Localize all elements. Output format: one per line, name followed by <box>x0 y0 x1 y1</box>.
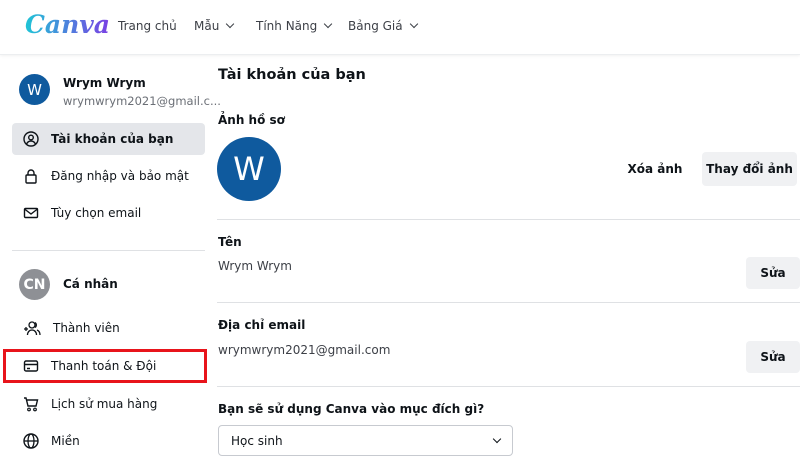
nav-templates[interactable]: Mẫu <box>194 19 235 33</box>
add-people-icon <box>24 321 41 336</box>
email-value: wrymwrym2021@gmail.com <box>218 343 391 357</box>
name-label: Tên <box>218 235 242 249</box>
sidebar-item-label: Tùy chọn email <box>51 206 142 220</box>
nav-label: Tính Năng <box>256 19 318 33</box>
photo-label: Ảnh hồ sơ <box>218 113 285 127</box>
sidebar-item-email-preferences[interactable]: Tùy chọn email <box>12 197 205 229</box>
highlight-box <box>3 349 207 383</box>
chevron-down-icon <box>324 19 333 29</box>
sidebar-item-label: Đăng nhập và bảo mật <box>51 169 189 183</box>
globe-icon <box>23 433 39 449</box>
cart-icon <box>24 397 39 412</box>
top-header: Canva Trang chủ Mẫu Tính Năng Bảng Giá <box>0 0 800 55</box>
edit-email-button[interactable]: Sửa <box>746 341 800 373</box>
nav-label: Bảng Giá <box>348 19 403 33</box>
sidebar-item-members[interactable]: Thành viên <box>12 312 205 344</box>
edit-name-button[interactable]: Sửa <box>746 257 800 289</box>
mail-icon <box>23 207 39 219</box>
user-circle-icon <box>23 131 39 147</box>
purpose-select[interactable]: Học sinh <box>218 425 513 456</box>
name-value: Wrym Wrym <box>218 259 292 273</box>
section-divider <box>217 386 800 387</box>
section-divider <box>217 302 800 303</box>
purpose-select-value: Học sinh <box>231 433 283 448</box>
sidebar-item-login-security[interactable]: Đăng nhập và bảo mật <box>12 160 205 192</box>
user-email: wrymwrym2021@gmail.c... <box>63 94 221 108</box>
nav-home[interactable]: Trang chủ <box>118 19 177 33</box>
chevron-down-icon <box>409 19 418 29</box>
email-label: Địa chỉ email <box>218 318 306 332</box>
profile-avatar: W <box>217 137 281 201</box>
remove-photo-button[interactable]: Xóa ảnh <box>622 152 688 186</box>
canva-logo[interactable]: Canva <box>25 10 110 39</box>
user-avatar: W <box>19 74 50 105</box>
chevron-down-icon <box>492 434 502 443</box>
team-avatar: CN <box>19 269 50 300</box>
nav-pricing[interactable]: Bảng Giá <box>348 19 418 33</box>
nav-label: Mẫu <box>194 19 220 33</box>
sidebar-item-label: Thành viên <box>53 321 120 335</box>
nav-features[interactable]: Tính Năng <box>256 19 333 33</box>
nav-label: Trang chủ <box>118 19 177 33</box>
sidebar-item-label: Miền <box>51 434 80 448</box>
sidebar-item-account[interactable]: Tài khoản của bạn <box>12 123 205 155</box>
sidebar-item-label: Lịch sử mua hàng <box>51 397 158 411</box>
page-title: Tài khoản của bạn <box>218 67 366 83</box>
change-photo-button[interactable]: Thay đổi ảnh <box>702 152 797 186</box>
section-divider <box>217 219 800 220</box>
lock-icon <box>25 169 37 184</box>
sidebar-item-label: Tài khoản của bạn <box>51 132 174 146</box>
purpose-label: Bạn sẽ sử dụng Canva vào mục đích gì? <box>218 402 485 416</box>
user-name: Wrym Wrym <box>63 76 146 90</box>
team-name[interactable]: Cá nhân <box>63 277 118 291</box>
sidebar-divider <box>12 250 205 251</box>
chevron-down-icon <box>226 19 235 29</box>
sidebar-item-purchase-history[interactable]: Lịch sử mua hàng <box>12 388 205 420</box>
sidebar-item-domains[interactable]: Miền <box>12 425 205 457</box>
